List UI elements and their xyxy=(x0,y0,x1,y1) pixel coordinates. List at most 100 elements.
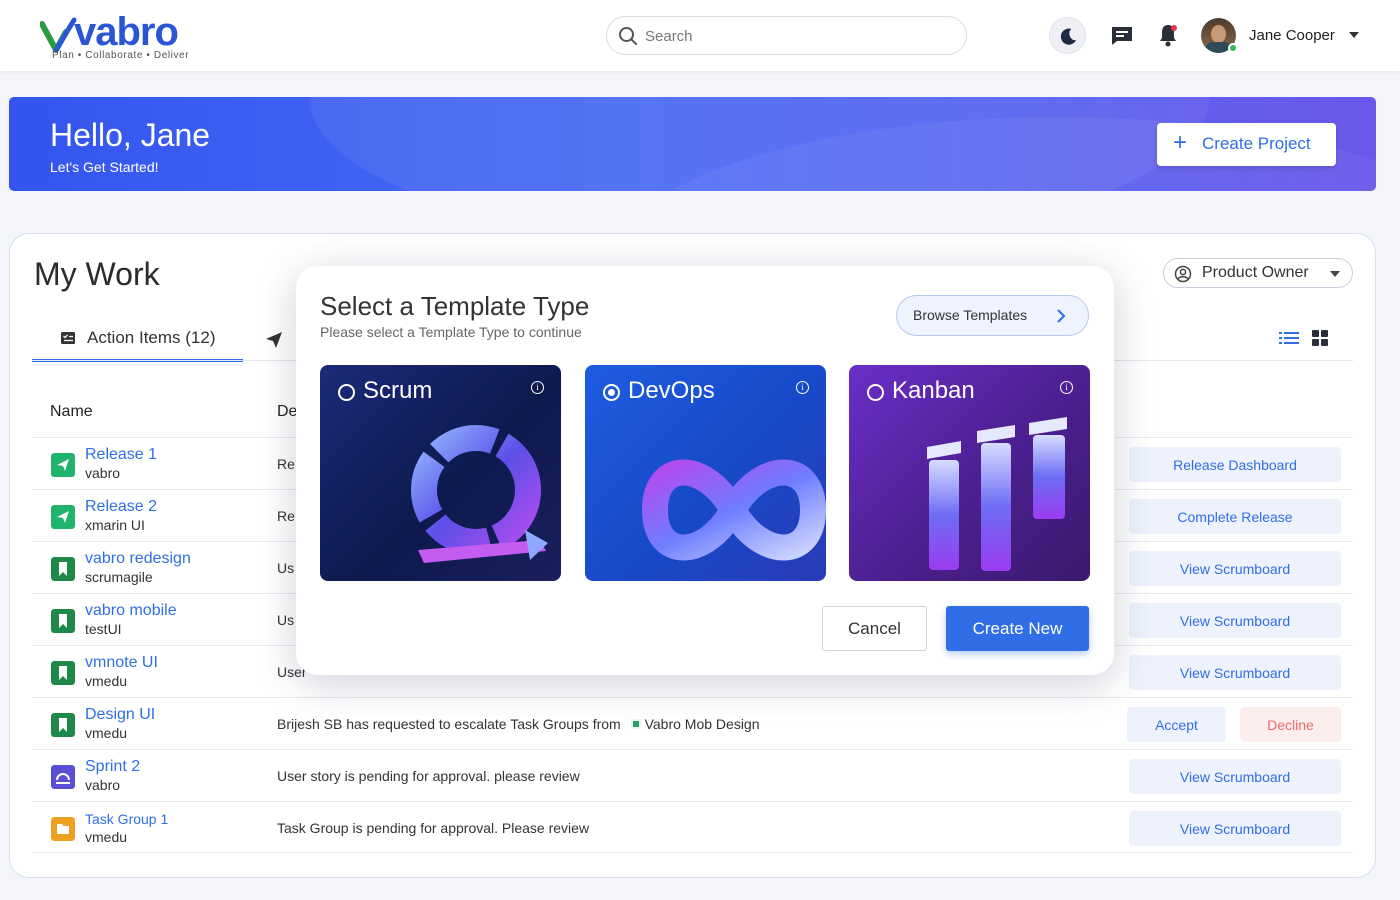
project-tag-name: Vabro Mob Design xyxy=(644,716,760,732)
role-dropdown[interactable]: Product Owner xyxy=(1163,258,1353,288)
row-description: Task Group is pending for approval. Plea… xyxy=(277,820,590,836)
view-scrumboard-button[interactable]: View Scrumboard xyxy=(1129,759,1341,794)
kanban-radio[interactable] xyxy=(867,384,884,401)
create-new-button[interactable]: Create New xyxy=(946,606,1089,651)
row-description: Re xyxy=(277,456,295,472)
row-title[interactable]: vabro mobile xyxy=(85,602,177,620)
chevron-right-icon xyxy=(1057,309,1066,323)
modal-subtitle: Please select a Template Type to continu… xyxy=(320,324,582,340)
row-title[interactable]: vabro redesign xyxy=(85,550,191,568)
sprint-icon xyxy=(51,765,75,789)
project-tag-icon xyxy=(630,719,641,730)
greeting-title: Hello, Jane xyxy=(50,117,211,153)
row-title[interactable]: Release 1 xyxy=(85,446,157,464)
row-subtitle: vabro xyxy=(85,465,121,481)
create-project-label: Create Project xyxy=(1202,134,1311,153)
table-row[interactable]: Sprint 2 vabro User story is pending for… xyxy=(32,749,1353,801)
row-subtitle: vmedu xyxy=(85,725,128,741)
column-header-description: De xyxy=(277,403,298,420)
search-icon xyxy=(619,27,637,45)
theme-toggle-button[interactable] xyxy=(1049,17,1086,54)
top-bar: vabro Plan • Collaborate • Deliver Jane … xyxy=(0,0,1400,71)
tab-action-items[interactable]: Action Items (12) xyxy=(32,326,243,362)
decline-button[interactable]: Decline xyxy=(1240,707,1341,742)
template-label: DevOps xyxy=(628,377,715,404)
tab-action-items-label: Action Items (12) xyxy=(87,328,216,347)
info-icon[interactable]: i xyxy=(796,381,809,394)
role-dropdown-label: Product Owner xyxy=(1202,264,1309,281)
vabro-logo[interactable]: vabro Plan • Collaborate • Deliver xyxy=(40,10,200,62)
row-title[interactable]: Task Group 1 xyxy=(85,811,168,827)
view-scrumboard-button[interactable]: View Scrumboard xyxy=(1129,655,1341,690)
row-subtitle: scrumagile xyxy=(85,569,153,585)
template-card-scrum[interactable]: Scrum i xyxy=(320,365,561,581)
info-icon[interactable]: i xyxy=(531,381,544,394)
chevron-down-icon[interactable] xyxy=(1349,32,1359,38)
page-title: My Work xyxy=(34,256,160,292)
row-title[interactable]: vmnote UI xyxy=(85,654,158,672)
logo-wordmark: vabro xyxy=(74,10,179,54)
row-title[interactable]: Sprint 2 xyxy=(85,758,140,776)
template-card-devops[interactable]: DevOps i xyxy=(585,365,826,581)
browse-templates-button[interactable]: Browse Templates xyxy=(896,295,1089,336)
devops-radio[interactable] xyxy=(603,384,620,401)
scrum-radio[interactable] xyxy=(338,384,355,401)
hero-banner: Hello, Jane Let's Get Started! + Create … xyxy=(9,97,1376,191)
folder-icon xyxy=(51,817,75,841)
template-type-modal: Select a Template Type Please select a T… xyxy=(296,266,1114,675)
row-description: Us xyxy=(277,612,295,628)
scrum-cycle-icon xyxy=(411,425,548,563)
row-subtitle: vmedu xyxy=(85,673,128,689)
row-title[interactable]: Release 2 xyxy=(85,498,157,516)
row-description: User story is pending for approval. plea… xyxy=(277,768,580,784)
logo-tagline: Plan • Collaborate • Deliver xyxy=(52,50,190,61)
template-card-kanban[interactable]: Kanban i xyxy=(849,365,1090,581)
row-subtitle: vabro xyxy=(85,777,121,793)
table-row[interactable]: Task Group 1 vmedu Task Group is pending… xyxy=(32,801,1353,853)
row-title[interactable]: Design UI xyxy=(85,706,155,724)
send-icon[interactable] xyxy=(265,331,283,349)
avatar-face xyxy=(1211,25,1226,43)
accept-button[interactable]: Accept xyxy=(1127,707,1226,742)
row-description: Re xyxy=(277,508,295,524)
bookmark-icon xyxy=(51,661,75,685)
messages-icon[interactable] xyxy=(1110,25,1134,47)
template-label: Scrum xyxy=(363,377,433,404)
cancel-button[interactable]: Cancel xyxy=(822,606,927,651)
row-subtitle: xmarin UI xyxy=(85,517,145,533)
bookmark-icon xyxy=(51,713,75,737)
bookmark-icon xyxy=(51,557,75,581)
column-header-name: Name xyxy=(50,403,93,420)
create-project-button[interactable]: + Create Project xyxy=(1157,123,1336,166)
row-description: Us xyxy=(277,560,295,576)
row-description: Brijesh SB has requested to escalate Tas… xyxy=(277,716,760,732)
release-dashboard-button[interactable]: Release Dashboard xyxy=(1129,447,1341,482)
grid-view-icon[interactable] xyxy=(1312,330,1328,346)
table-row[interactable]: Design UI vmedu Brijesh SB has requested… xyxy=(32,697,1353,749)
user-circle-icon xyxy=(1174,265,1192,283)
complete-release-button[interactable]: Complete Release xyxy=(1129,499,1341,534)
template-label: Kanban xyxy=(892,377,975,404)
online-status-dot xyxy=(1228,43,1238,53)
notification-dot xyxy=(1171,25,1177,31)
bookmark-icon xyxy=(51,609,75,633)
browse-templates-label: Browse Templates xyxy=(913,307,1028,323)
chevron-down-icon xyxy=(1330,271,1340,277)
row-subtitle: testUI xyxy=(85,621,122,637)
view-scrumboard-button[interactable]: View Scrumboard xyxy=(1129,603,1341,638)
greeting-subtitle: Let's Get Started! xyxy=(50,159,159,175)
list-view-icon[interactable] xyxy=(1279,330,1299,346)
plus-icon: + xyxy=(1173,129,1188,156)
request-text: has requested to escalate Task Groups fr… xyxy=(342,716,625,732)
release-icon xyxy=(51,453,75,477)
search-box[interactable] xyxy=(606,16,967,55)
view-scrumboard-button[interactable]: View Scrumboard xyxy=(1129,551,1341,586)
requester-name: Brijesh SB xyxy=(277,716,343,732)
row-subtitle: vmedu xyxy=(85,829,128,845)
search-input[interactable] xyxy=(645,25,945,47)
modal-title: Select a Template Type xyxy=(320,291,590,321)
info-icon[interactable]: i xyxy=(1060,381,1073,394)
user-name[interactable]: Jane Cooper xyxy=(1249,27,1335,44)
view-scrumboard-button[interactable]: View Scrumboard xyxy=(1129,811,1341,846)
release-icon xyxy=(51,505,75,529)
